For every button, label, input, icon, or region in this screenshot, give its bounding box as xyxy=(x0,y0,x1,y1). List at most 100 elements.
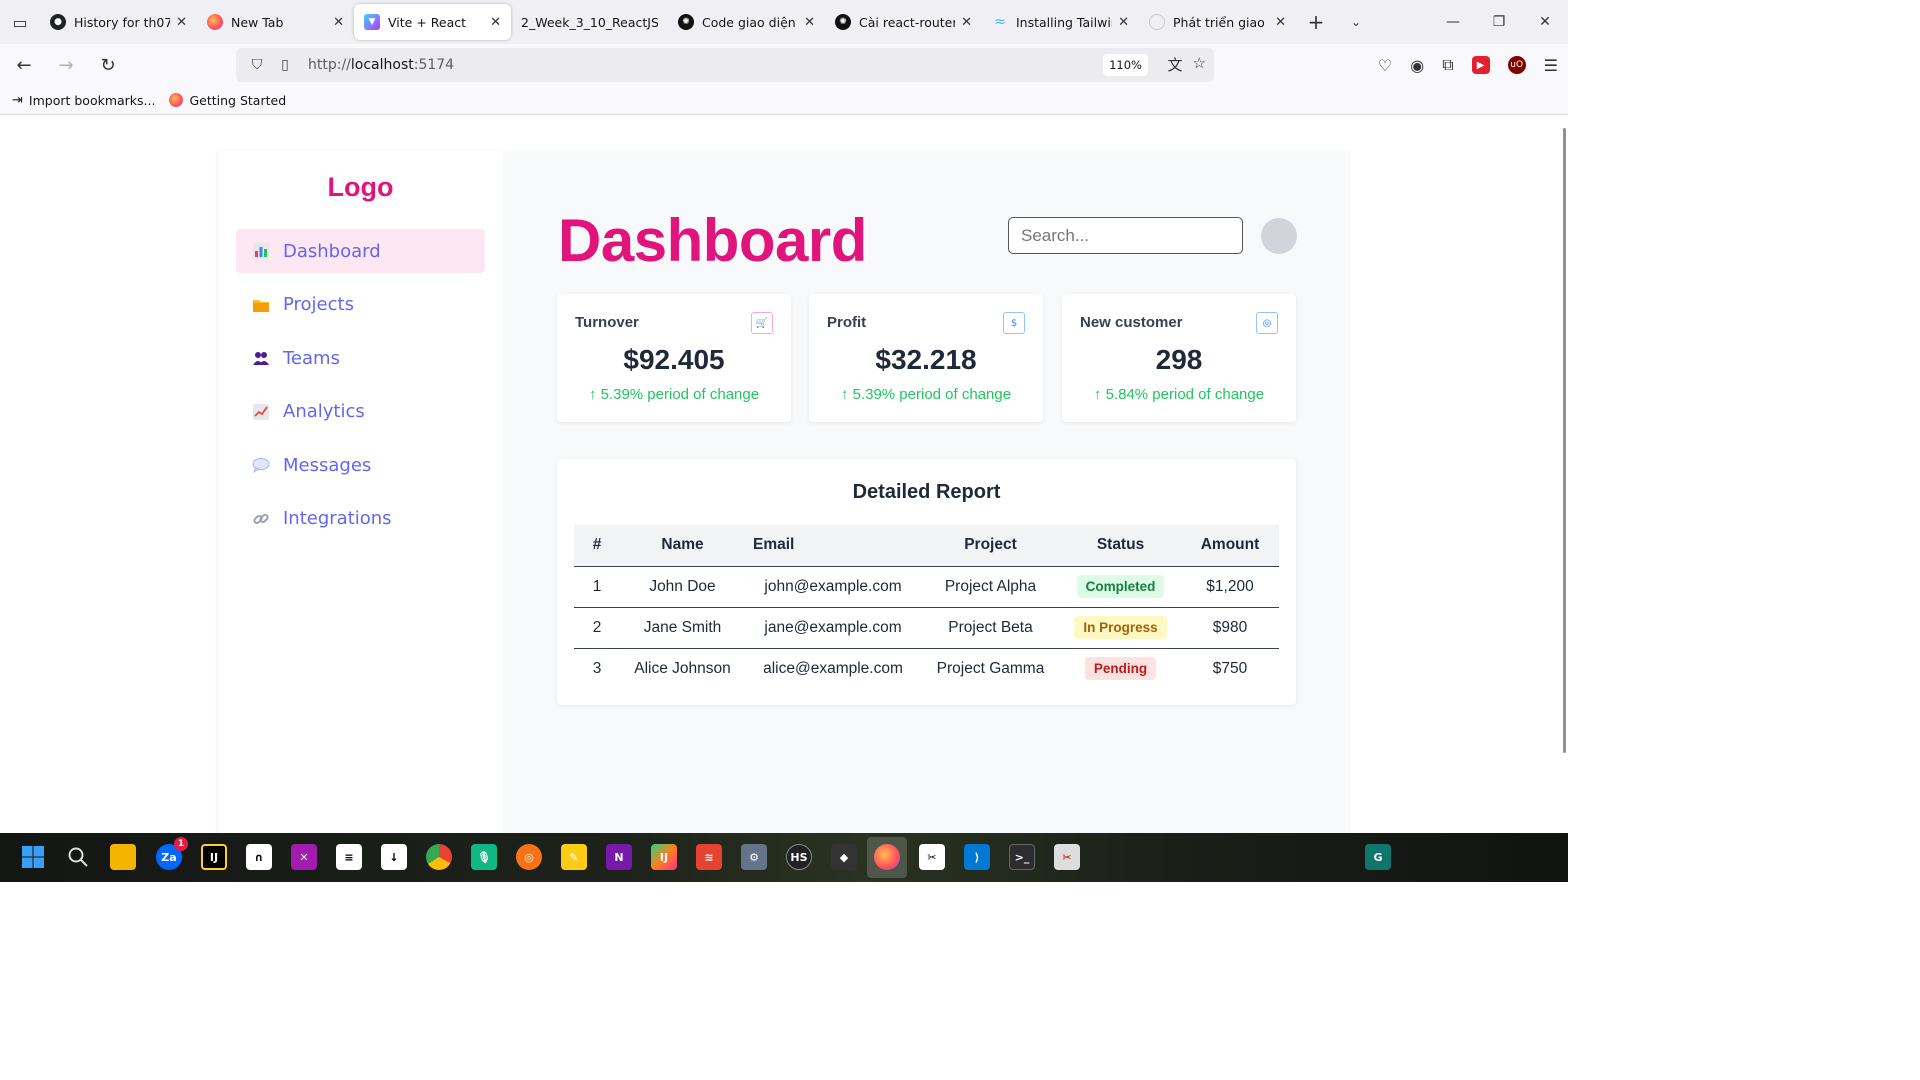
tab-react-router[interactable]: ✺ Cài react-router-d ✕ xyxy=(825,4,982,40)
dollar-icon: $ xyxy=(1003,312,1025,334)
tab-installing-tailwind[interactable]: ≈ Installing Tailwind ✕ xyxy=(982,4,1139,40)
tab-week-react[interactable]: 2_Week_3_10_ReactJS xyxy=(511,4,668,40)
app-icon-dark[interactable]: ◆ xyxy=(831,844,857,870)
reload-icon[interactable]: ↻ xyxy=(90,47,126,83)
tab-phat-trien[interactable]: Phát triển giao diệ ✕ xyxy=(1139,4,1296,40)
bookmark-import[interactable]: ⇥ Import bookmarks... xyxy=(12,93,155,108)
page-viewport: Logo Dashboard Projects Teams Analytics … xyxy=(0,116,1568,833)
address-bar[interactable]: ⛉ ▯ http://localhost:5174 110% 文 ☆ xyxy=(236,48,1214,82)
tab-label: 2_Week_3_10_ReactJS xyxy=(521,14,658,30)
new-tab-icon[interactable]: + xyxy=(1296,10,1336,34)
close-icon[interactable]: ✕ xyxy=(961,15,972,30)
sidebar-item-label: Teams xyxy=(283,347,340,369)
avatar[interactable] xyxy=(1261,218,1297,254)
report-title: Detailed Report xyxy=(852,481,1001,503)
close-icon[interactable]: ✕ xyxy=(804,15,815,30)
window-controls: — ❐ ✕ xyxy=(1430,0,1568,44)
sidebar-item-dashboard[interactable]: Dashboard xyxy=(236,229,485,273)
notification-badge: 1 xyxy=(174,837,188,851)
pocket-icon[interactable]: ♡ xyxy=(1378,56,1392,75)
back-icon[interactable]: ← xyxy=(6,47,42,83)
page-scrollbar[interactable] xyxy=(1563,128,1566,753)
cell-name: John Doe xyxy=(649,577,716,595)
bookmark-star-icon[interactable]: ☆ xyxy=(1193,54,1206,75)
chrome-icon[interactable] xyxy=(426,844,452,870)
page-title: Dashboard xyxy=(558,207,867,274)
tab-github-history[interactable]: ● History for th07_d ✕ xyxy=(40,4,197,40)
url-prefix: http:// xyxy=(308,57,351,73)
shield-icon[interactable]: ⛉ xyxy=(246,57,268,73)
search-icon[interactable] xyxy=(65,844,91,870)
cell-status: In Progress xyxy=(1060,607,1181,648)
tool-app-icon[interactable]: ✎ xyxy=(561,844,587,870)
download-app-icon[interactable]: ↓ xyxy=(381,844,407,870)
url-text[interactable]: http://localhost:5174 xyxy=(308,57,454,73)
zoom-level[interactable]: 110% xyxy=(1103,54,1148,76)
sidebar-item-label: Messages xyxy=(283,454,372,476)
app-icon-orange[interactable]: ◎ xyxy=(516,844,542,870)
menu-hamburger-icon[interactable]: ☰ xyxy=(1544,56,1558,75)
status-badge: Completed xyxy=(1076,575,1165,598)
tray-app-icon[interactable]: G xyxy=(1365,844,1391,870)
capcut-icon[interactable]: ✂ xyxy=(919,844,945,870)
sidebar-item-projects[interactable]: Projects xyxy=(236,283,485,327)
bookmark-getting-started[interactable]: Getting Started xyxy=(169,93,286,108)
onenote-icon[interactable]: N xyxy=(606,844,632,870)
column-header: Status xyxy=(1096,536,1145,554)
sidebar-item-integrations[interactable]: Integrations xyxy=(236,497,485,541)
notes-app-icon[interactable]: ≡ xyxy=(336,844,362,870)
hs-app-icon[interactable]: HS xyxy=(786,844,812,870)
app-icon-gear[interactable]: ⚙ xyxy=(741,844,767,870)
import-icon: ⇥ xyxy=(12,92,23,108)
chevron-down-icon[interactable]: ⌄ xyxy=(1336,15,1376,29)
account-icon[interactable]: ◉ xyxy=(1410,56,1424,75)
ublock-icon[interactable]: uO xyxy=(1507,56,1526,74)
url-actions: 文 ☆ xyxy=(1168,54,1206,75)
close-icon[interactable]: ✕ xyxy=(490,15,501,30)
cell-amount: $750 xyxy=(1212,659,1248,677)
restore-icon[interactable]: ❐ xyxy=(1476,0,1522,44)
people-icon xyxy=(252,349,270,367)
bookmark-label: Getting Started xyxy=(189,92,287,108)
translate-icon[interactable]: 文 xyxy=(1168,54,1183,75)
table-header-row: # Name Email Project Status Amount xyxy=(574,525,1279,566)
tab-label: Installing Tailwind xyxy=(1016,14,1112,30)
vscode-icon[interactable]: ⟩ xyxy=(964,844,990,870)
file-explorer-icon[interactable] xyxy=(110,844,136,870)
sidebar-item-messages[interactable]: Messages xyxy=(236,443,485,487)
sidebar-item-analytics[interactable]: Analytics xyxy=(236,390,485,434)
close-icon[interactable]: ✕ xyxy=(176,15,187,30)
tab-vite-react[interactable]: ▼ Vite + React ✕ xyxy=(354,4,511,40)
close-icon[interactable]: ✕ xyxy=(1275,15,1286,30)
close-icon[interactable]: ✕ xyxy=(1118,15,1129,30)
window-close-icon[interactable]: ✕ xyxy=(1522,0,1568,44)
forward-icon[interactable]: → xyxy=(48,47,84,83)
windows-start-icon[interactable] xyxy=(20,844,46,870)
minimize-icon[interactable]: — xyxy=(1430,0,1476,44)
snipping-tool-icon[interactable]: ✂ xyxy=(1054,844,1080,870)
terminal-icon[interactable]: >_ xyxy=(1009,844,1035,870)
page-icon[interactable]: ▯ xyxy=(274,57,296,73)
video-extension-icon[interactable]: ▶ xyxy=(1471,56,1490,74)
intellij-icon[interactable]: IJ xyxy=(201,844,227,870)
app-icon[interactable]: ∩ xyxy=(246,844,272,870)
zalo-icon[interactable]: Za 1 xyxy=(156,837,188,870)
tab-list-icon[interactable]: ▭ xyxy=(0,0,40,44)
tab-label: Code giao diện Re xyxy=(702,14,798,30)
cell-amount: $980 xyxy=(1212,618,1248,636)
extensions-icon[interactable]: ⧉ xyxy=(1442,55,1453,75)
cell-status: Completed xyxy=(1060,566,1181,607)
url-host: localhost xyxy=(350,57,414,73)
tab-code-giao-dien[interactable]: ✺ Code giao diện Re ✕ xyxy=(668,4,825,40)
tab-new-tab[interactable]: New Tab ✕ xyxy=(197,4,354,40)
microphone-app-icon[interactable]: 🎙 xyxy=(471,844,497,870)
sidebar-item-teams[interactable]: Teams xyxy=(236,336,485,380)
close-icon[interactable]: ✕ xyxy=(333,15,344,30)
design-app-icon[interactable]: ✕ xyxy=(291,844,317,870)
logo[interactable]: Logo xyxy=(218,172,503,203)
search-input[interactable] xyxy=(1008,217,1243,254)
tailwind-icon: ≈ xyxy=(994,14,1006,30)
firefox-icon[interactable] xyxy=(874,844,900,870)
jetbrains-icon[interactable]: IJ xyxy=(651,844,677,870)
todoist-icon[interactable]: ≋ xyxy=(696,844,722,870)
